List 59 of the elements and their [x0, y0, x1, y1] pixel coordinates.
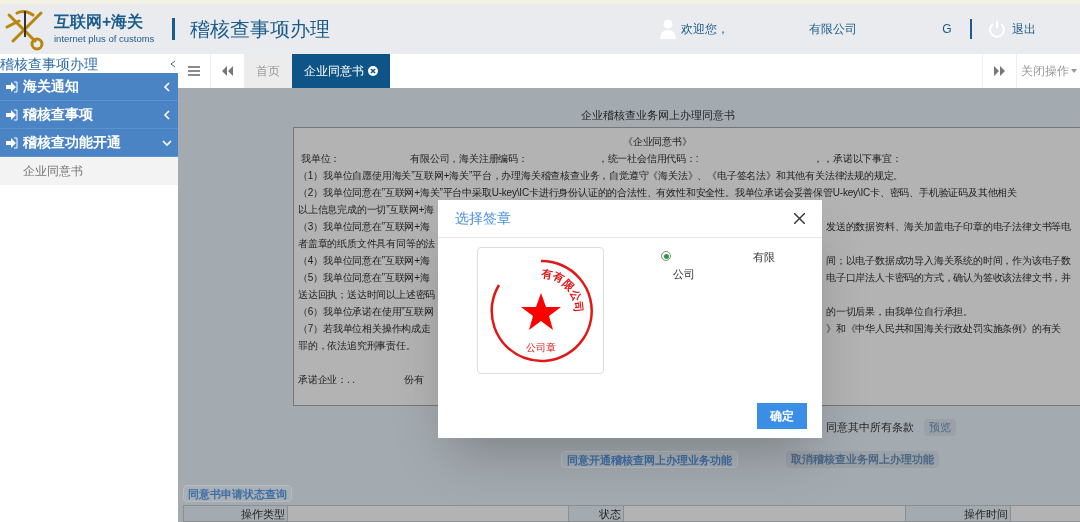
- action-button[interactable]: 同意开通稽核查网上办理业务功能: [561, 451, 738, 468]
- sidebar-item[interactable]: 海关通知: [0, 73, 178, 101]
- sign-in-icon: [6, 136, 18, 149]
- document-line: （6）我单位承诺在使用”互联网: [298, 306, 434, 317]
- chevron-left-icon: [162, 81, 172, 92]
- logout-button[interactable]: 退出: [1011, 20, 1036, 38]
- welcome-text: 欢迎您，: [681, 21, 730, 38]
- document-line: 者盖章的纸质文件具有同等的法: [298, 238, 436, 249]
- sign-in-icon: [6, 80, 18, 93]
- sidebar-title: 稽核查事项办理: [0, 55, 98, 72]
- document-text: 有限公司，海关注册编码：: [410, 152, 528, 166]
- menu-icon[interactable]: [188, 66, 200, 76]
- document-line: （3）我单位同意在”互联网+海: [298, 221, 430, 232]
- scroll-right-icon[interactable]: [994, 66, 1005, 76]
- close-icon[interactable]: [368, 66, 378, 76]
- document-line: 》和《中华人民共和国海关行政处罚实施条例》的有关: [826, 322, 1062, 336]
- document-title: 《企业同意书》: [623, 136, 692, 147]
- document-text: 我单位：: [301, 152, 341, 166]
- status-query-button[interactable]: 同意书申请状态查询: [183, 485, 292, 502]
- document-line: 罪的，依法追究刑事责任。: [298, 340, 416, 351]
- document-line: （5）我单位同意在”互联网+海: [298, 272, 430, 283]
- sign-in-icon: [6, 108, 18, 121]
- document-heading: 企业稽核查业务网上办理同意书: [581, 108, 735, 123]
- logo-subtitle: internet plus of customs: [54, 31, 155, 46]
- document-text: ，，承诺以下事宜：: [813, 152, 902, 166]
- company-seal-drawing: 有有限公司 公司章: [484, 254, 597, 367]
- user-id: G: [942, 21, 952, 38]
- chevron-left-icon: [162, 109, 172, 120]
- document-text: 份有: [403, 373, 424, 387]
- document-line: 间；以电子数据成功导入海关系统的时间，作为该电子数: [826, 254, 1071, 268]
- confirm-button[interactable]: 确定: [757, 403, 807, 429]
- seal-option-label: 有限公司: [673, 250, 776, 282]
- document-text: ，统一社会信用代码：:: [597, 152, 699, 166]
- chevron-down-icon: [162, 137, 172, 148]
- document-line: （1）我单位自愿使用海关”互联网+海关”平台，办理海关稽查核查业务，自觉遵守《海关法》、《电子签名法》和其他有关法律法规的规定。: [298, 170, 904, 181]
- seal-card[interactable]: 有有限公司 公司章: [477, 247, 604, 374]
- sidebar-subitem[interactable]: 企业同意书: [0, 157, 178, 185]
- scroll-left-icon[interactable]: [222, 66, 233, 76]
- sidebar-item[interactable]: 稽核查事项: [0, 101, 178, 129]
- document-line: 发送的数据资料、海关加盖电子印章的电子法律文书等电: [826, 220, 1071, 234]
- close-icon[interactable]: [794, 213, 805, 224]
- agree-terms-text: 同意其中所有条款: [826, 420, 914, 436]
- collapse-icon[interactable]: [170, 59, 176, 68]
- tab[interactable]: 首页: [244, 54, 292, 88]
- document-line: 以上信息完成的一切”互联网+海: [298, 204, 435, 215]
- logo-title: 互联网+海关: [54, 11, 145, 32]
- document-line: （4）我单位同意在”互联网+海: [298, 255, 430, 266]
- document-line: （2）我单位同意在”互联网+海关”平台中采取U-key\IC卡进行身份认证的的合法性、有效性和安全性。我单位承诺会妥善保管U-key\IC卡、密码、手机验证码及其他相关: [298, 187, 1018, 198]
- company-name: 有限公司: [809, 21, 858, 38]
- document-line: 送达回执；送达时间以上述密码: [298, 289, 436, 300]
- page-title: 稽核查事项办理: [190, 17, 331, 42]
- document-line: 的一切后果，由我单位自行承担。: [826, 305, 973, 319]
- dialog-title: 选择签章: [455, 209, 511, 228]
- document-text: 承诺企业：. .: [298, 373, 355, 387]
- document-line: （7）若我单位相关操作构成走: [298, 323, 431, 334]
- document-line: 电子口岸法人卡密码的方式，确认为签收该法律文书，并: [826, 271, 1071, 285]
- caret-icon: [1070, 69, 1077, 73]
- sidebar-item[interactable]: 稽核查功能开通: [0, 129, 178, 157]
- tab[interactable]: 企业同意书: [292, 54, 390, 88]
